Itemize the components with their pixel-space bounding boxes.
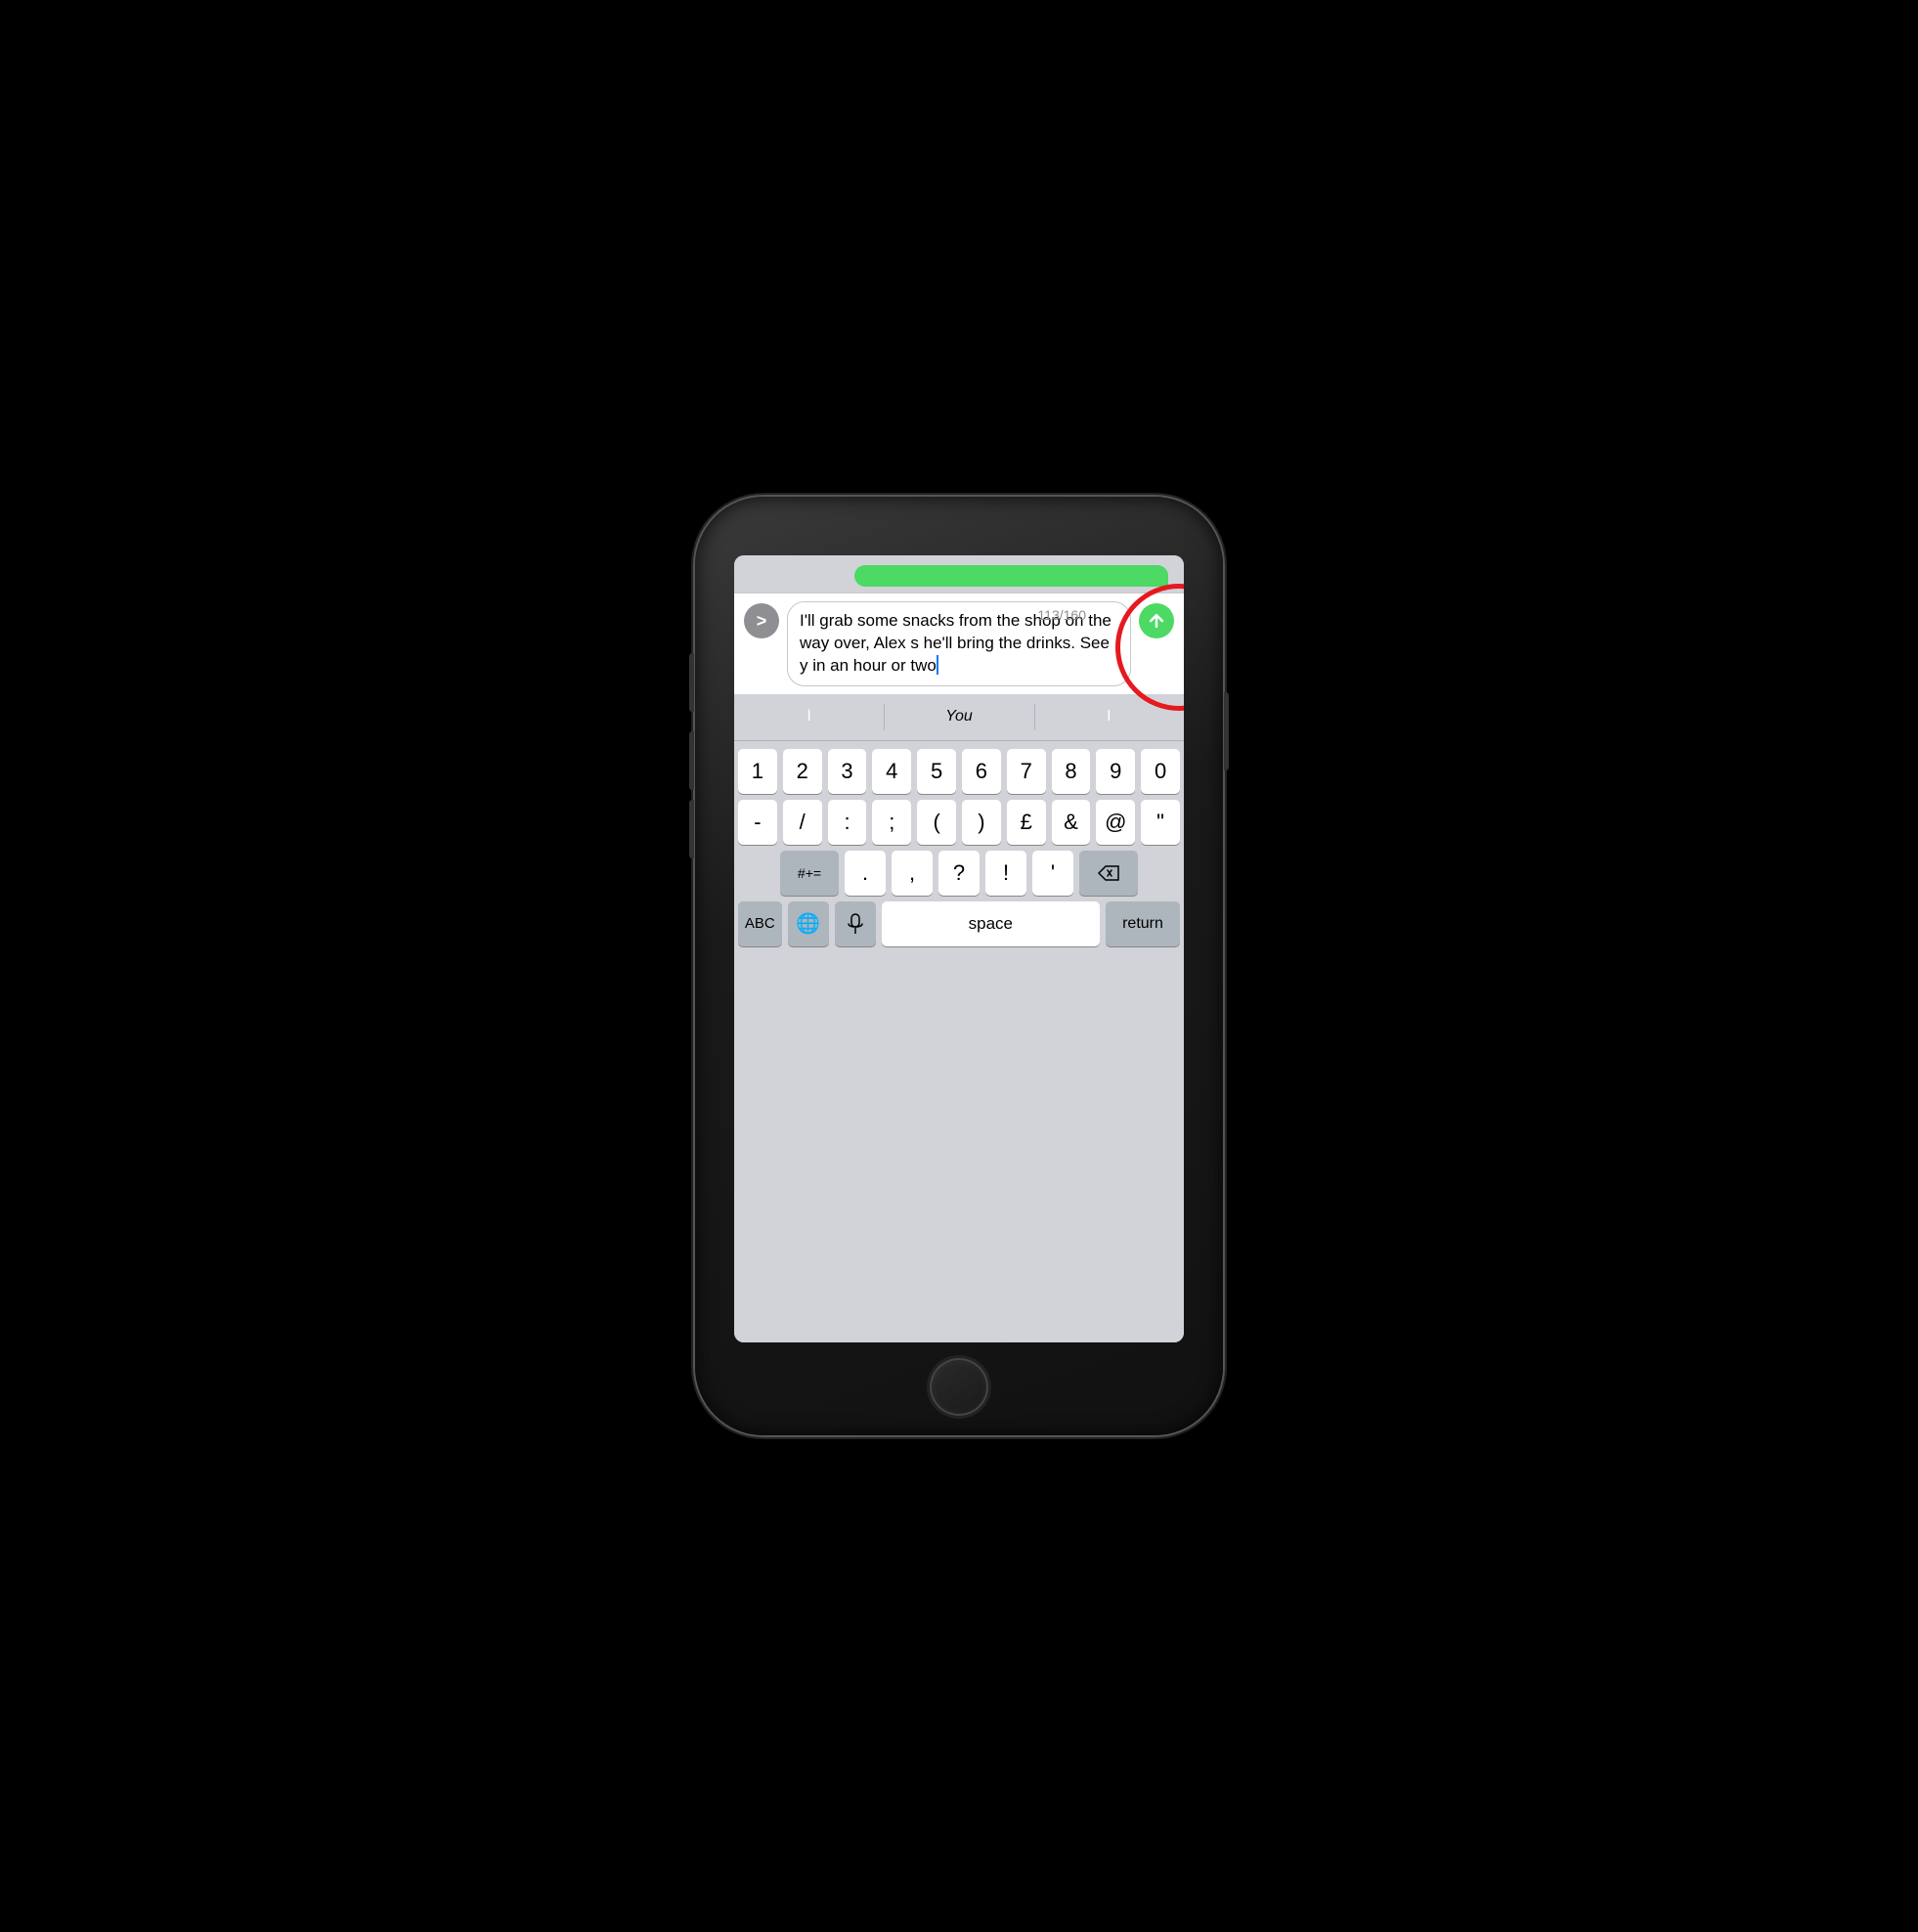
key-row-misc: #+= . , ? ! ' [738,851,1180,896]
key-quote[interactable]: " [1141,800,1180,845]
green-bubble [854,565,1168,587]
key-5[interactable]: 5 [917,749,956,794]
expand-button[interactable]: > [744,603,779,638]
key-question[interactable]: ? [938,851,980,896]
key-return[interactable]: return [1106,901,1180,946]
autocorrect-item-you[interactable]: You [884,694,1033,740]
backspace-icon [1098,865,1119,881]
key-0[interactable]: 0 [1141,749,1180,794]
autocorrect-bar: l You I [734,694,1184,741]
key-1[interactable]: 1 [738,749,777,794]
key-apostrophe[interactable]: ' [1032,851,1073,896]
microphone-icon [848,913,863,935]
key-colon[interactable]: : [828,800,867,845]
key-abc[interactable]: ABC [738,901,782,946]
key-close-paren[interactable]: ) [962,800,1001,845]
autocorrect-item-i[interactable]: I [1034,694,1184,740]
send-arrow-icon [1147,611,1166,631]
key-hashplusequals[interactable]: #+= [780,851,839,896]
key-4[interactable]: 4 [872,749,911,794]
key-slash[interactable]: / [783,800,822,845]
key-globe[interactable]: 🌐 [788,901,829,946]
key-ampersand[interactable]: & [1052,800,1091,845]
key-at[interactable]: @ [1096,800,1135,845]
chevron-right-icon: > [757,611,767,632]
key-period[interactable]: . [845,851,886,896]
key-row-bottom: ABC 🌐 space return [738,901,1180,946]
key-dash[interactable]: - [738,800,777,845]
key-row-symbols: - / : ; ( ) £ & @ " [738,800,1180,845]
autocorrect-label-l: l [807,708,811,725]
keyboard: 1 2 3 4 5 6 7 8 9 0 - / : ; ( ) £ & [734,741,1184,1342]
compose-area: > I'll grab some snacks from the shop on… [734,593,1184,694]
key-3[interactable]: 3 [828,749,867,794]
phone-screen: > I'll grab some snacks from the shop on… [734,555,1184,1342]
key-pound[interactable]: £ [1007,800,1046,845]
text-cursor [937,655,938,675]
key-mic[interactable] [835,901,876,946]
key-exclamation[interactable]: ! [985,851,1026,896]
backspace-key[interactable] [1079,851,1138,896]
key-7[interactable]: 7 [1007,749,1046,794]
autocorrect-label-you: You [945,708,973,725]
send-button[interactable] [1139,603,1174,638]
char-count: 113/160 [1037,607,1086,623]
key-open-paren[interactable]: ( [917,800,956,845]
key-9[interactable]: 9 [1096,749,1135,794]
autocorrect-item-l[interactable]: l [734,694,884,740]
phone-frame: > I'll grab some snacks from the shop on… [695,497,1223,1435]
key-2[interactable]: 2 [783,749,822,794]
key-comma[interactable]: , [892,851,933,896]
key-row-numbers: 1 2 3 4 5 6 7 8 9 0 [738,749,1180,794]
home-button[interactable] [930,1358,988,1416]
key-8[interactable]: 8 [1052,749,1091,794]
key-space[interactable]: space [882,901,1100,946]
messages-area [734,555,1184,593]
key-6[interactable]: 6 [962,749,1001,794]
key-semicolon[interactable]: ; [872,800,911,845]
autocorrect-label-i: I [1107,708,1111,725]
